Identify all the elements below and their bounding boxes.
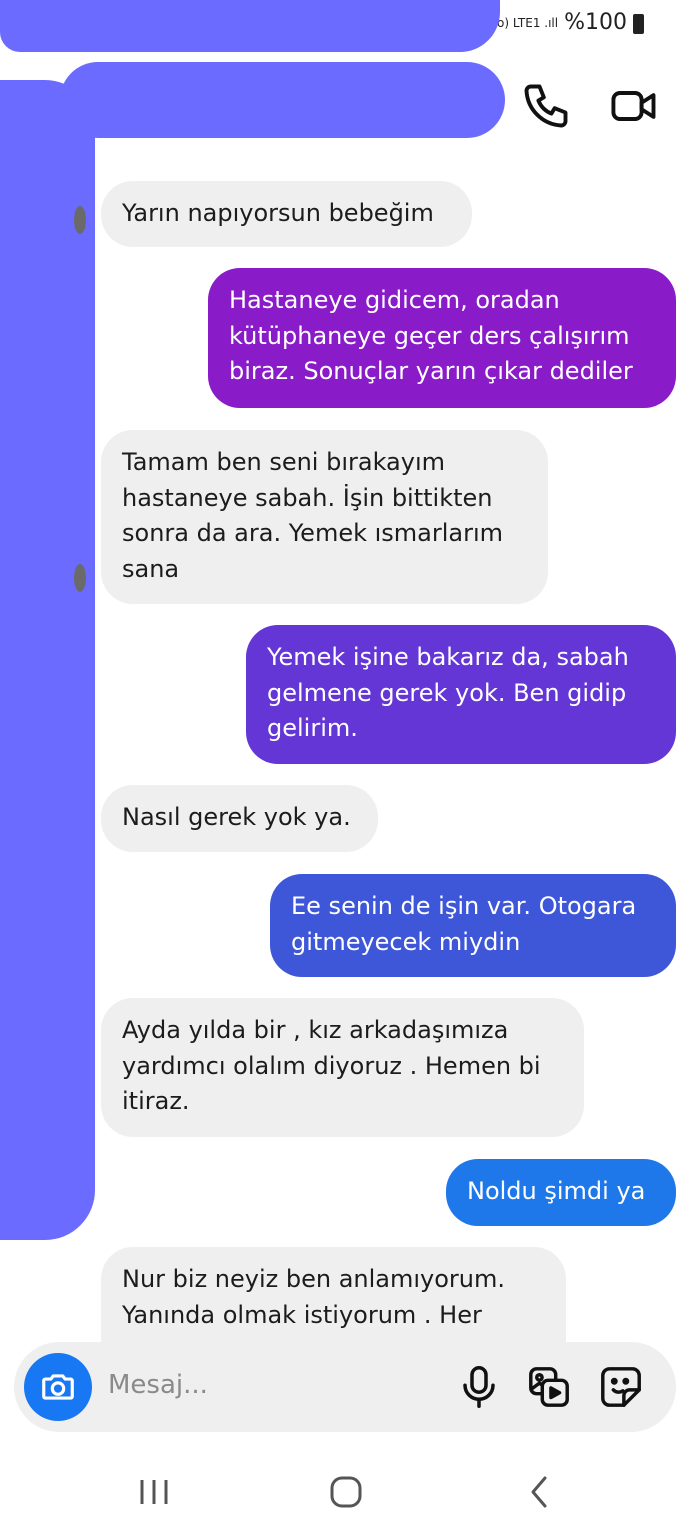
redaction-scribble-top <box>0 0 500 52</box>
signal-indicator: Vo) LTE1 .ıll <box>489 15 559 30</box>
message-incoming: Ayda yılda bir , kız arkadaşımıza yardım… <box>101 998 584 1137</box>
camera-icon <box>42 1374 74 1400</box>
message-incoming: Yarın napıyorsun bebeğim <box>101 181 472 247</box>
message-incoming: Tamam ben seni bırakayım hastaneye sabah… <box>101 430 548 604</box>
gallery-icon[interactable] <box>526 1364 572 1410</box>
redaction-scribble-left <box>0 80 95 1240</box>
message-outgoing: Hastaneye gidicem, oradan kütüphaneye ge… <box>208 268 676 408</box>
message-outgoing: Noldu şimdi ya <box>446 1159 676 1226</box>
message-text: Nur biz neyiz ben anlamıyorum. Yanında o… <box>122 1265 506 1329</box>
recents-icon <box>140 1480 168 1504</box>
home-button[interactable] <box>316 1470 376 1514</box>
phone-icon[interactable] <box>520 80 572 132</box>
message-input[interactable]: Mesaj... <box>108 1370 208 1400</box>
message-outgoing: Ee senin de işin var. Otogara gitmeyecek… <box>270 874 676 977</box>
recents-button[interactable] <box>124 1470 184 1514</box>
message-text: Hastaneye gidicem, oradan kütüphaneye ge… <box>229 286 633 385</box>
redaction-scribble-header <box>60 62 505 138</box>
message-text: Yemek işine bakarız da, sabah gelmene ge… <box>267 643 629 742</box>
message-text: Tamam ben seni bırakayım hastaneye sabah… <box>122 448 504 583</box>
message-text: Nasıl gerek yok ya. <box>122 803 351 831</box>
avatar <box>74 206 86 234</box>
home-icon <box>330 1476 362 1508</box>
battery-icon <box>633 13 644 34</box>
message-text: Ayda yılda bir , kız arkadaşımıza yardım… <box>122 1016 541 1115</box>
message-incoming: Nur biz neyiz ben anlamıyorum. Yanında o… <box>101 1247 566 1342</box>
message-text: Yarın napıyorsun bebeğim <box>122 199 434 227</box>
message-outgoing: Yemek işine bakarız da, sabah gelmene ge… <box>246 625 676 764</box>
microphone-icon[interactable] <box>458 1364 500 1410</box>
back-button[interactable] <box>510 1470 570 1514</box>
message-incoming: Nasıl gerek yok ya. <box>101 785 378 852</box>
back-icon <box>531 1476 547 1508</box>
sticker-icon[interactable] <box>598 1364 644 1410</box>
avatar <box>74 564 86 592</box>
status-bar: Vo) LTE1 .ıll %100 <box>490 10 644 35</box>
camera-button[interactable] <box>24 1353 92 1421</box>
message-text: Ee senin de işin var. Otogara gitmeyecek… <box>291 892 637 956</box>
video-icon[interactable] <box>608 80 660 132</box>
battery-level: %100 <box>564 10 627 35</box>
message-text: Noldu şimdi ya <box>467 1177 646 1205</box>
